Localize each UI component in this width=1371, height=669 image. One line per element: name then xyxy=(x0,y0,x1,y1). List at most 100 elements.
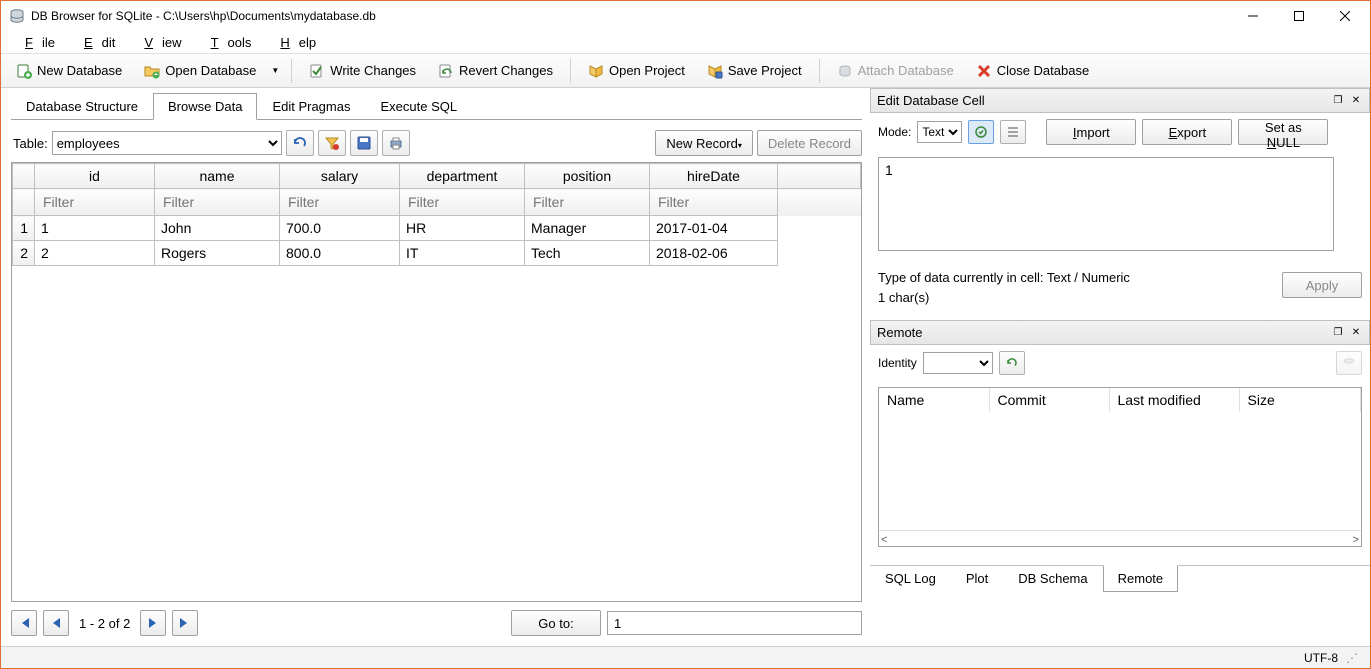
menu-edit[interactable]: Edit xyxy=(66,33,124,52)
row-number: 1 xyxy=(13,216,35,241)
cell-id[interactable]: 1 xyxy=(35,216,155,241)
filter-position[interactable] xyxy=(531,193,643,211)
filter-hiredate[interactable] xyxy=(656,193,771,211)
data-table[interactable]: id name salary department position hireD… xyxy=(12,163,861,266)
table-row[interactable]: 1 1 John 700.0 HR Manager 2017-01-04 xyxy=(13,216,861,241)
cell-id[interactable]: 2 xyxy=(35,241,155,266)
print-button[interactable] xyxy=(382,130,410,156)
menu-tools[interactable]: Tools xyxy=(193,33,261,52)
btab-sql-log[interactable]: SQL Log xyxy=(870,566,951,593)
cell-hiredate[interactable]: 2017-01-04 xyxy=(650,216,778,241)
refresh-button[interactable] xyxy=(286,130,314,156)
cell-salary[interactable]: 700.0 xyxy=(280,216,400,241)
remote-table[interactable]: Name Commit Last modified Size xyxy=(879,388,1361,412)
identity-refresh-button[interactable] xyxy=(999,351,1025,375)
edit-cell-close-button[interactable]: ✕ xyxy=(1349,94,1363,108)
new-database-icon xyxy=(16,63,32,79)
remote-undock-button[interactable]: ❐ xyxy=(1331,326,1345,340)
remote-col-name[interactable]: Name xyxy=(879,388,989,412)
btab-db-schema[interactable]: DB Schema xyxy=(1003,566,1102,593)
next-record-button[interactable] xyxy=(140,610,166,636)
save-project-label: Save Project xyxy=(728,63,802,78)
open-database-dropdown[interactable]: ▼ xyxy=(267,62,283,79)
remote-close-button[interactable]: ✕ xyxy=(1349,326,1363,340)
open-project-button[interactable]: Open Project xyxy=(579,59,694,83)
remote-push-button[interactable] xyxy=(1336,351,1362,375)
col-header-id[interactable]: id xyxy=(35,164,155,189)
cell-salary[interactable]: 800.0 xyxy=(280,241,400,266)
attach-database-button[interactable]: Attach Database xyxy=(828,59,963,83)
first-record-button[interactable] xyxy=(11,610,37,636)
save-project-button[interactable]: Save Project xyxy=(698,59,811,83)
cell-editor[interactable]: 1 xyxy=(878,157,1334,251)
filter-id[interactable] xyxy=(41,193,148,211)
new-database-button[interactable]: New Database xyxy=(7,59,131,83)
menu-file[interactable]: File xyxy=(7,33,64,52)
col-header-name[interactable]: name xyxy=(155,164,280,189)
identity-label: Identity xyxy=(878,356,917,370)
edit-cell-title-text: Edit Database Cell xyxy=(877,93,1327,108)
delete-record-button[interactable]: Delete Record xyxy=(757,130,862,156)
remote-scrollbar[interactable]: <> xyxy=(879,530,1361,547)
last-record-button[interactable] xyxy=(172,610,198,636)
cell-position[interactable]: Tech xyxy=(525,241,650,266)
col-header-position[interactable]: position xyxy=(525,164,650,189)
apply-button[interactable]: Apply xyxy=(1282,272,1362,298)
mode-select[interactable]: Text xyxy=(917,121,962,143)
set-as-null-button[interactable]: Set as NULL xyxy=(1238,119,1328,145)
cell-department[interactable]: HR xyxy=(400,216,525,241)
minimize-button[interactable] xyxy=(1230,1,1276,31)
filter-department[interactable] xyxy=(406,193,518,211)
save-filter-button[interactable] xyxy=(350,130,378,156)
menu-help[interactable]: Help xyxy=(262,33,325,52)
statusbar: UTF-8 ⋰ xyxy=(1,646,1370,668)
mode-label: Mode: xyxy=(878,125,911,139)
edit-cell-undock-button[interactable]: ❐ xyxy=(1331,94,1345,108)
maximize-button[interactable] xyxy=(1276,1,1322,31)
revert-changes-button[interactable]: Revert Changes xyxy=(429,59,562,83)
import-button[interactable]: Import xyxy=(1046,119,1136,145)
close-button[interactable] xyxy=(1322,1,1368,31)
open-database-button[interactable]: Open Database xyxy=(135,59,265,83)
indent-button[interactable] xyxy=(1000,120,1026,144)
remote-col-size[interactable]: Size xyxy=(1239,388,1361,412)
cell-name[interactable]: John xyxy=(155,216,280,241)
cell-hiredate[interactable]: 2018-02-06 xyxy=(650,241,778,266)
col-header-hiredate[interactable]: hireDate xyxy=(650,164,778,189)
resize-grip-icon[interactable]: ⋰ xyxy=(1346,651,1358,665)
filter-name[interactable] xyxy=(161,193,273,211)
close-database-button[interactable]: Close Database xyxy=(967,59,1099,83)
menu-view[interactable]: View xyxy=(126,33,190,52)
auto-mode-button[interactable] xyxy=(968,120,994,144)
table-row[interactable]: 2 2 Rogers 800.0 IT Tech 2018-02-06 xyxy=(13,241,861,266)
tab-database-structure[interactable]: Database Structure xyxy=(11,93,153,120)
close-database-icon xyxy=(976,63,992,79)
remote-col-last-modified[interactable]: Last modified xyxy=(1109,388,1239,412)
remote-col-commit[interactable]: Commit xyxy=(989,388,1109,412)
goto-button[interactable]: Go to: xyxy=(511,610,601,636)
col-header-department[interactable]: department xyxy=(400,164,525,189)
write-changes-button[interactable]: Write Changes xyxy=(300,59,425,83)
export-button[interactable]: Export xyxy=(1142,119,1232,145)
identity-select[interactable] xyxy=(923,352,993,374)
cell-department[interactable]: IT xyxy=(400,241,525,266)
bottom-tabs: SQL Log Plot DB Schema Remote xyxy=(870,565,1370,593)
tab-browse-data[interactable]: Browse Data xyxy=(153,93,257,120)
btab-plot[interactable]: Plot xyxy=(951,566,1003,593)
new-record-button[interactable]: New Record▾ xyxy=(655,130,753,156)
prev-record-button[interactable] xyxy=(43,610,69,636)
clear-filters-button[interactable] xyxy=(318,130,346,156)
btab-remote[interactable]: Remote xyxy=(1103,565,1179,592)
tab-edit-pragmas[interactable]: Edit Pragmas xyxy=(257,93,365,120)
tab-execute-sql[interactable]: Execute SQL xyxy=(365,93,472,120)
goto-input[interactable] xyxy=(607,611,862,635)
clear-filters-icon xyxy=(324,135,340,151)
cell-position[interactable]: Manager xyxy=(525,216,650,241)
toolbar-separator xyxy=(570,59,571,83)
filter-salary[interactable] xyxy=(286,193,393,211)
cell-name[interactable]: Rogers xyxy=(155,241,280,266)
table-select[interactable]: employees xyxy=(52,131,282,155)
left-pane: Database Structure Browse Data Edit Prag… xyxy=(1,88,870,646)
col-header-salary[interactable]: salary xyxy=(280,164,400,189)
new-database-label: New Database xyxy=(37,63,122,78)
